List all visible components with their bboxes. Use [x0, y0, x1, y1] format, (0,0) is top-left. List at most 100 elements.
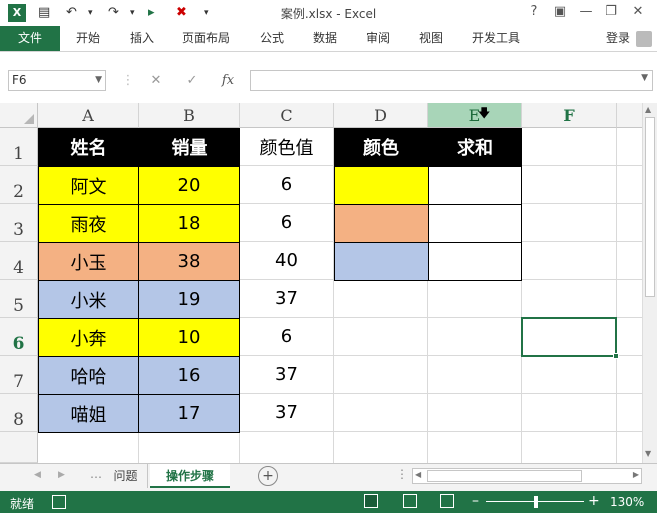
sales-cell[interactable]: 20	[138, 166, 240, 205]
color-value-cell[interactable]: 37	[240, 356, 333, 393]
vertical-scrollbar[interactable]: ▲ ▼	[642, 103, 657, 463]
next-sheet-icon[interactable]: ▶	[58, 470, 65, 480]
column-header-a[interactable]: A	[38, 103, 139, 128]
sales-cell[interactable]: 18	[138, 204, 240, 243]
sheet-tab-steps[interactable]: 操作步骤	[150, 464, 230, 488]
tab-split-icon[interactable]: ⋮	[396, 467, 408, 481]
row-header-8[interactable]: 8	[0, 394, 38, 432]
help-icon[interactable]: ?	[524, 3, 544, 21]
row-header-7[interactable]: 7	[0, 356, 38, 394]
row-header-2[interactable]: 2	[0, 166, 38, 204]
scroll-down-icon[interactable]: ▼	[645, 449, 651, 458]
tab-data[interactable]: 数据	[313, 26, 337, 51]
color-value-cell[interactable]: 6	[240, 166, 333, 203]
tab-developer[interactable]: 开发工具	[472, 26, 520, 51]
sales-cell[interactable]: 16	[138, 356, 240, 395]
signin-link[interactable]: 登录	[606, 26, 630, 51]
insert-function-icon[interactable]: fx	[218, 70, 238, 91]
horizontal-scrollbar[interactable]: ◀ ▶	[412, 468, 642, 484]
active-cell-selection[interactable]	[521, 317, 619, 359]
restore-icon[interactable]: ❐	[601, 3, 621, 21]
tab-review[interactable]: 审阅	[366, 26, 390, 51]
sheet-tab-problem[interactable]: 问题	[104, 464, 148, 488]
page-layout-view-icon[interactable]	[403, 494, 417, 508]
tab-view[interactable]: 视图	[419, 26, 443, 51]
row-header-3[interactable]: 3	[0, 204, 38, 242]
header-sum-cell[interactable]: 求和	[428, 128, 522, 166]
enter-icon[interactable]: ✓	[182, 70, 202, 91]
avatar[interactable]	[636, 31, 652, 47]
header-color-cell[interactable]: 颜色	[334, 128, 428, 166]
tab-page-layout[interactable]: 页面布局	[182, 26, 230, 51]
scroll-left-icon[interactable]: ◀	[415, 470, 421, 479]
column-header-c[interactable]: C	[240, 103, 334, 128]
zoom-out-icon[interactable]: –	[472, 493, 479, 509]
row-header-4[interactable]: 4	[0, 242, 38, 280]
formula-input[interactable]: ▼	[250, 70, 653, 91]
zoom-slider-thumb[interactable]	[534, 496, 538, 508]
tab-file[interactable]: 文件	[0, 26, 60, 51]
tab-home[interactable]: 开始	[76, 26, 100, 51]
prev-sheet-icon[interactable]: ◀	[34, 470, 41, 480]
color-value-cell[interactable]: 6	[240, 204, 333, 241]
ribbon-tabs: 文件 开始 插入 页面布局 公式 数据 审阅 视图 开发工具 登录	[0, 26, 657, 52]
color-value-cell[interactable]: 37	[240, 394, 333, 431]
macro-record-icon[interactable]	[52, 495, 66, 509]
gridline	[616, 128, 617, 463]
sum-cell[interactable]	[428, 166, 522, 205]
name-cell[interactable]: 雨夜	[38, 204, 139, 243]
worksheet-grid[interactable]: A B C D E 🡇 F 1 2 3 4 5 6 7 8 姓名 销量 颜色值 …	[0, 103, 642, 463]
minimize-icon[interactable]: —	[576, 3, 596, 21]
name-cell[interactable]: 喵姐	[38, 394, 139, 433]
scroll-up-icon[interactable]: ▲	[645, 105, 651, 114]
tab-formulas[interactable]: 公式	[260, 26, 284, 51]
row-header-1[interactable]: 1	[0, 128, 38, 166]
header-sales-cell[interactable]: 销量	[139, 128, 240, 166]
horizontal-scroll-thumb[interactable]	[427, 470, 582, 482]
chevron-down-icon[interactable]: ▼	[95, 71, 102, 90]
page-break-view-icon[interactable]	[440, 494, 454, 508]
tab-insert[interactable]: 插入	[130, 26, 154, 51]
color-swatch-blue[interactable]	[334, 242, 429, 281]
column-select-cursor-icon: 🡇	[478, 106, 491, 120]
sales-cell[interactable]: 19	[138, 280, 240, 319]
select-all-corner[interactable]	[0, 103, 38, 128]
cancel-icon[interactable]: ✕	[146, 70, 166, 91]
header-name-cell[interactable]: 姓名	[38, 128, 139, 166]
sum-cell[interactable]	[428, 204, 522, 243]
zoom-level[interactable]: 130%	[610, 495, 644, 509]
zoom-in-icon[interactable]: +	[588, 493, 600, 509]
fill-handle[interactable]	[613, 353, 619, 359]
sum-cell[interactable]	[428, 242, 522, 281]
name-cell[interactable]: 小玉	[38, 242, 139, 281]
name-box[interactable]: F6 ▼	[8, 70, 106, 91]
sales-cell[interactable]: 10	[138, 318, 240, 357]
name-cell[interactable]: 阿文	[38, 166, 139, 205]
color-swatch-orange[interactable]	[334, 204, 429, 243]
scroll-right-icon[interactable]: ▶	[633, 470, 639, 479]
vertical-scroll-thumb[interactable]	[645, 117, 655, 297]
column-header-b[interactable]: B	[139, 103, 240, 128]
column-header-e[interactable]: E 🡇	[428, 103, 522, 128]
close-icon[interactable]: ✕	[628, 3, 648, 21]
add-sheet-icon[interactable]: +	[258, 466, 278, 486]
sales-cell[interactable]: 17	[138, 394, 240, 433]
header-color-value-cell[interactable]: 颜色值	[240, 128, 333, 165]
name-cell[interactable]: 小奔	[38, 318, 139, 357]
sales-cell[interactable]: 38	[138, 242, 240, 281]
row-header-6[interactable]: 6	[0, 318, 38, 356]
row-header-5[interactable]: 5	[0, 280, 38, 318]
color-value-cell[interactable]: 37	[240, 280, 333, 317]
name-cell[interactable]: 小米	[38, 280, 139, 319]
column-header-f[interactable]: F	[522, 103, 617, 128]
color-value-cell[interactable]: 40	[240, 242, 333, 279]
color-value-cell[interactable]: 6	[240, 318, 333, 355]
normal-view-icon[interactable]	[364, 494, 378, 508]
column-header-d[interactable]: D	[334, 103, 428, 128]
more-sheets-icon[interactable]: …	[90, 467, 102, 481]
sheet-tab-bar: ◀ ▶ … 问题 操作步骤 + ⋮ ◀ ▶	[0, 463, 657, 491]
expand-formula-icon[interactable]: ▼	[641, 73, 648, 83]
name-cell[interactable]: 哈哈	[38, 356, 139, 395]
ribbon-display-icon[interactable]: ▣	[550, 3, 570, 21]
color-swatch-yellow[interactable]	[334, 166, 429, 205]
